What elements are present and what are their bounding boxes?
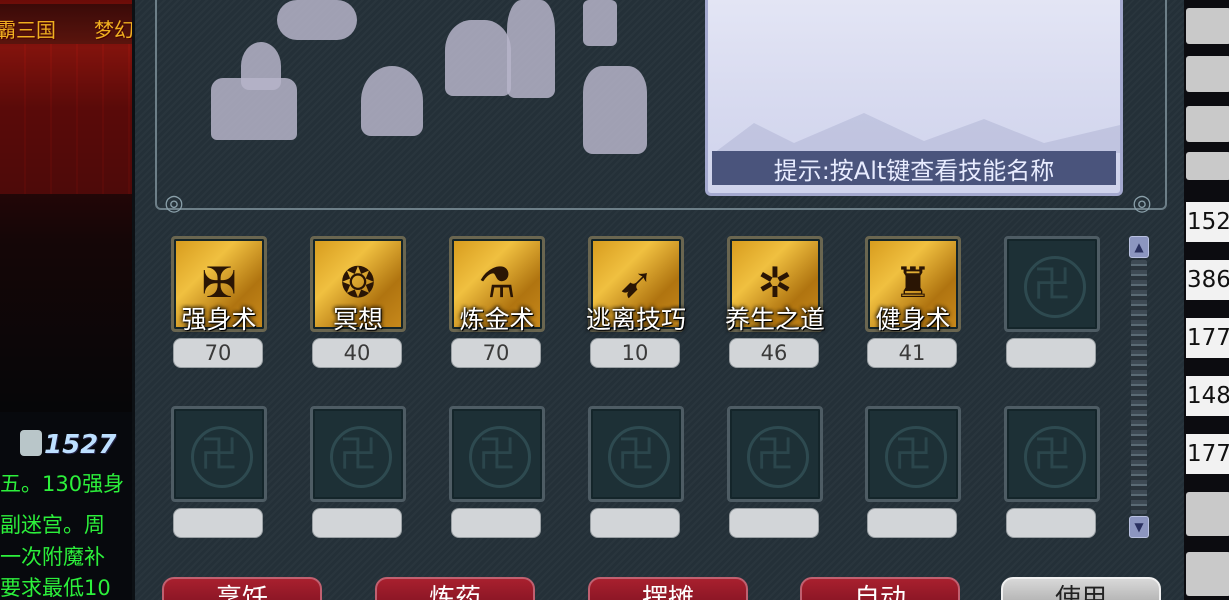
- status-value: 152: [1186, 202, 1229, 242]
- skill-slot-empty[interactable]: [865, 406, 961, 538]
- skill-slot-empty[interactable]: [310, 406, 406, 538]
- skill-level: 70: [451, 338, 541, 368]
- skill-level: 10: [590, 338, 680, 368]
- figure-silhouette: [583, 66, 647, 154]
- game-tab-1[interactable]: 霸三国: [0, 14, 56, 43]
- empty-slot-icon: [588, 406, 684, 502]
- skill-level-empty: [729, 508, 819, 538]
- scroll-ornament-icon: ◎: [1132, 191, 1152, 216]
- scroll-track[interactable]: [1131, 260, 1147, 514]
- life-skills-panel: ◎ ◎ 提示:按Alt键查看技能名称 ✠ 强身术 70 ❂ 冥想 40 ⚗ 炼金…: [132, 0, 1184, 600]
- game-tab-2[interactable]: 梦幻: [94, 14, 132, 43]
- auto-button[interactable]: 自动: [800, 577, 960, 600]
- skill-slot[interactable]: ❂ 冥想 40: [310, 236, 406, 368]
- skill-level-empty: [173, 508, 263, 538]
- skills-illustration: [207, 0, 667, 160]
- empty-slot-icon: [310, 406, 406, 502]
- status-value: 386: [1186, 260, 1229, 300]
- status-bar: [1186, 492, 1229, 536]
- skill-slot[interactable]: ➹ 逃离技巧 10: [586, 236, 686, 368]
- skill-level-empty: [867, 508, 957, 538]
- palace-wall: [0, 44, 132, 194]
- skills-scrollbar[interactable]: ▲ ▼: [1129, 236, 1149, 538]
- chat-badge-value: 1527: [44, 430, 117, 460]
- mountain-backdrop: [714, 113, 1120, 153]
- skill-level: 41: [867, 338, 957, 368]
- scroll-down-icon[interactable]: ▼: [1129, 516, 1149, 538]
- skill-name: 养生之道: [724, 305, 825, 334]
- skill-name: 强身术: [181, 305, 257, 334]
- tip-bar: 提示:按Alt键查看技能名称: [712, 151, 1116, 185]
- empty-slot-icon: [727, 406, 823, 502]
- status-value: 177: [1186, 318, 1229, 358]
- skill-preview-box: 提示:按Alt键查看技能名称: [705, 0, 1123, 196]
- skill-slot-empty[interactable]: [449, 406, 545, 538]
- right-status-column: 152 386 177 148 177: [1184, 0, 1229, 600]
- status-value: 148: [1186, 376, 1229, 416]
- status-value: 177: [1186, 434, 1229, 474]
- chat-badge: 1527: [20, 430, 116, 460]
- empty-slot-icon: [1004, 236, 1100, 332]
- skill-level: 70: [173, 338, 263, 368]
- game-scene-left: 霸三国 梦幻 1527 五。130强身 副迷宫。周 一次附魔补 要求最低10: [0, 0, 132, 600]
- skill-name: 炼金术: [459, 305, 535, 334]
- stall-button[interactable]: 摆摊: [588, 577, 748, 600]
- cook-button[interactable]: 烹饪: [162, 577, 322, 600]
- skill-level-empty: [1006, 508, 1096, 538]
- skill-slot-empty[interactable]: [171, 406, 267, 538]
- figure-silhouette: [361, 66, 423, 136]
- scroll-ornament-icon: ◎: [164, 191, 184, 216]
- skill-slot[interactable]: ⚗ 炼金术 70: [449, 236, 545, 368]
- empty-slot-icon: [449, 406, 545, 502]
- empty-slot-icon: [865, 406, 961, 502]
- skill-slot-empty[interactable]: [1004, 236, 1100, 368]
- chat-line: 五。130强身: [0, 472, 125, 496]
- skill-level-empty: [451, 508, 541, 538]
- skill-name: 健身术: [875, 305, 951, 334]
- skill-name: 逃离技巧: [585, 305, 686, 334]
- skill-level-empty: [1006, 338, 1096, 368]
- trophy-icon: [20, 430, 42, 456]
- skill-name: 冥想: [332, 305, 383, 334]
- skill-slot-empty[interactable]: [1004, 406, 1100, 538]
- skill-slot-empty[interactable]: [588, 406, 684, 538]
- chat-panel: 1527 五。130强身 副迷宫。周 一次附魔补 要求最低10: [0, 412, 132, 600]
- figure-silhouette: [507, 0, 555, 98]
- empty-slot-icon: [171, 406, 267, 502]
- empty-slot-icon: [1004, 406, 1100, 502]
- status-bar: [1186, 106, 1229, 142]
- figure-silhouette: [445, 20, 511, 96]
- status-bar: [1186, 8, 1229, 44]
- refine-medicine-button[interactable]: 炼药: [375, 577, 535, 600]
- use-button[interactable]: 使用: [1001, 577, 1161, 600]
- chat-line: 副迷宫。周: [0, 513, 105, 537]
- status-bar: [1186, 552, 1229, 596]
- skill-slot[interactable]: ♜ 健身术 41: [865, 236, 961, 368]
- skill-slot[interactable]: ✠ 强身术 70: [171, 236, 267, 368]
- figure-silhouette: [241, 42, 281, 90]
- scroll-up-icon[interactable]: ▲: [1129, 236, 1149, 258]
- tip-text: 提示:按Alt键查看技能名称: [773, 156, 1055, 185]
- skill-level: 40: [312, 338, 402, 368]
- skill-level: 46: [729, 338, 819, 368]
- status-bar: [1186, 152, 1229, 180]
- skill-slot-empty[interactable]: [727, 406, 823, 538]
- chat-line: 一次附魔补: [0, 545, 105, 569]
- skill-level-empty: [590, 508, 680, 538]
- game-top-tabs: 霸三国 梦幻: [0, 4, 132, 44]
- skill-level-empty: [312, 508, 402, 538]
- figure-silhouette: [277, 0, 357, 40]
- figure-silhouette: [583, 0, 617, 46]
- chat-line: 要求最低10: [0, 576, 111, 600]
- skill-slot[interactable]: ✲ 养生之道 46: [725, 236, 825, 368]
- status-bar: [1186, 56, 1229, 92]
